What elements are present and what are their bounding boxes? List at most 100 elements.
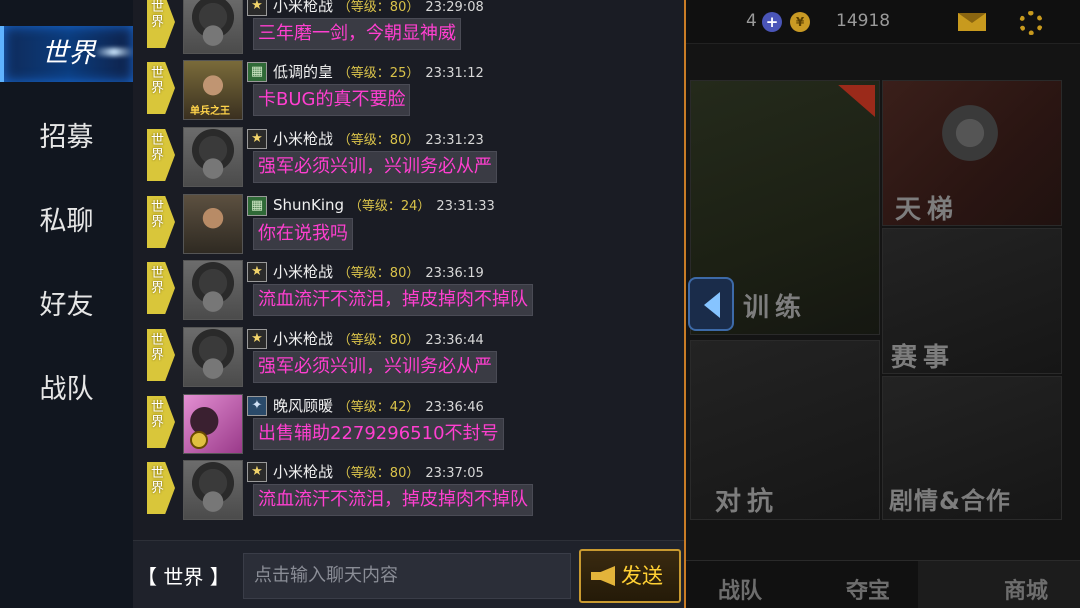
message-time: 23:31:33: [436, 199, 495, 214]
channel-tag: 世界: [147, 196, 175, 248]
username[interactable]: ShunKing: [273, 196, 344, 214]
channel-tab-recruit[interactable]: 招募: [0, 110, 133, 166]
message-text: 流血流汗不流泪，掉皮掉肉不掉队: [253, 484, 533, 516]
current-channel-label[interactable]: 【 世界 】: [137, 561, 230, 590]
rank-star-icon: ★: [247, 262, 267, 282]
message-row: 世界 ★ 小米枪战 （等级：80） 23:31:23 强军必须兴训，兴训务必从严: [133, 127, 684, 193]
chat-channel-nav: 世界 招募 私聊 好友 战队: [0, 0, 133, 608]
nav-team[interactable]: 战队: [718, 573, 762, 605]
message-text: 三年磨一剑，今朝显神威: [253, 18, 461, 50]
screen: 4 + ¥ 14918 训练 天梯 赛事 对抗 剧情&合作 战队 夺宝 商城 世…: [0, 0, 1080, 608]
avatar[interactable]: [183, 460, 243, 520]
channel-tag: 世界: [147, 262, 175, 314]
message-time: 23:36:19: [425, 266, 484, 281]
chat-panel: 世界 ★ 小米枪战 （等级：80） 23:29:08 三年磨一剑，今朝显神威 世界…: [133, 0, 686, 608]
tile-story-label: 剧情&合作: [889, 487, 1011, 515]
message-time: 23:31:23: [425, 133, 484, 148]
channel-tag: 世界: [147, 0, 175, 48]
username[interactable]: 小米枪战: [273, 263, 333, 281]
tile-story[interactable]: 剧情&合作: [882, 376, 1062, 520]
message-text: 出售辅助2279296510不封号: [253, 418, 504, 450]
avatar[interactable]: [183, 394, 243, 454]
chat-input-bar: 【 世界 】 点击输入聊天内容 发送: [133, 540, 684, 608]
message-row: 世界 ★ 小米枪战 （等级：80） 23:36:44 强军必须兴训，兴训务必从严: [133, 327, 684, 393]
send-button[interactable]: 发送: [579, 549, 681, 603]
tile-versus-label: 对抗: [715, 487, 780, 517]
username[interactable]: 小米枪战: [273, 330, 333, 348]
tile-match-label: 赛事: [891, 343, 956, 373]
user-line: ShunKing （等级：24） 23:31:33: [273, 195, 495, 214]
avatar-caption: 单兵之王: [190, 106, 230, 117]
coin-icon: ¥: [790, 12, 810, 32]
lobby-background: 4 + ¥ 14918 训练 天梯 赛事 对抗 剧情&合作 战队 夺宝 商城: [686, 0, 1080, 608]
message-text: 强军必须兴训，兴训务必从严: [253, 351, 497, 383]
add-currency-icon[interactable]: +: [762, 12, 782, 32]
gear-icon[interactable]: [1019, 11, 1043, 35]
user-level: （等级：80）: [337, 0, 420, 15]
rank-badge-icon: ▦: [247, 62, 267, 82]
message-text: 流血流汗不流泪，掉皮掉肉不掉队: [253, 284, 533, 316]
avatar[interactable]: 单兵之王: [183, 60, 243, 120]
channel-tab-world[interactable]: 世界: [0, 26, 133, 82]
user-level: （等级：80）: [337, 133, 420, 148]
tile-match[interactable]: 赛事: [882, 228, 1062, 374]
chat-input[interactable]: 点击输入聊天内容: [243, 553, 571, 599]
username[interactable]: 晚风顾暖: [273, 397, 333, 415]
rank-star-icon: ★: [247, 129, 267, 149]
username[interactable]: 小米枪战: [273, 0, 333, 15]
message-row: 世界 ★ 小米枪战 （等级：80） 23:29:08 三年磨一剑，今朝显神威: [133, 0, 684, 60]
nav-treasure[interactable]: 夺宝: [846, 573, 890, 605]
user-level: （等级：24）: [348, 199, 431, 214]
message-time: 23:31:12: [425, 66, 484, 81]
user-line: 低调的皇 （等级：25） 23:31:12: [273, 61, 484, 82]
ladder-emblem-icon: [935, 103, 1005, 163]
message-row: 世界 ★ 小米枪战 （等级：80） 23:36:19 流血流汗不流泪，掉皮掉肉不掉…: [133, 260, 684, 326]
user-line: 小米枪战 （等级：80） 23:36:44: [273, 328, 484, 349]
collapse-chat-button[interactable]: [688, 277, 734, 331]
user-level: （等级：25）: [337, 66, 420, 81]
username[interactable]: 小米枪战: [273, 130, 333, 148]
rank-star-icon: ★: [247, 329, 267, 349]
username[interactable]: 小米枪战: [273, 463, 333, 481]
channel-tab-team[interactable]: 战队: [0, 362, 133, 418]
message-row: 世界 ★ 小米枪战 （等级：80） 23:37:05 流血流汗不流泪，掉皮掉肉不掉…: [133, 460, 684, 526]
channel-tag: 世界: [147, 462, 175, 514]
message-time: 23:29:08: [425, 0, 484, 15]
ticket-count: 4: [746, 11, 757, 31]
avatar[interactable]: [183, 327, 243, 387]
user-level: （等级：80）: [337, 333, 420, 348]
mail-icon[interactable]: [958, 13, 986, 31]
tile-versus[interactable]: 对抗: [690, 340, 880, 520]
channel-tag: 世界: [147, 396, 175, 448]
hot-badge-icon: [838, 85, 875, 117]
rank-star-icon: ★: [247, 462, 267, 482]
avatar[interactable]: [183, 0, 243, 54]
rank-badge-icon: ▦: [247, 196, 267, 216]
username[interactable]: 低调的皇: [273, 63, 333, 81]
user-line: 小米枪战 （等级：80） 23:29:08: [273, 0, 484, 16]
channel-tag: 世界: [147, 129, 175, 181]
send-label: 发送: [621, 564, 663, 588]
message-list[interactable]: 世界 ★ 小米枪战 （等级：80） 23:29:08 三年磨一剑，今朝显神威 世界…: [133, 0, 684, 540]
message-text: 强军必须兴训，兴训务必从严: [253, 151, 497, 183]
avatar[interactable]: [183, 194, 243, 254]
lobby-topbar: 4 + ¥ 14918: [686, 0, 1080, 44]
message-text: 你在说我吗: [253, 218, 353, 250]
message-time: 23:36:44: [425, 333, 484, 348]
user-line: 晚风顾暖 （等级：42） 23:36:46: [273, 395, 484, 416]
coin-count: 14918: [836, 11, 891, 31]
store-button[interactable]: 商城: [918, 561, 1080, 608]
rank-star-icon: ★: [247, 0, 267, 16]
tile-ladder[interactable]: 天梯: [882, 80, 1062, 226]
channel-tab-private[interactable]: 私聊: [0, 194, 133, 250]
user-line: 小米枪战 （等级：80） 23:31:23: [273, 128, 484, 149]
channel-tab-friends[interactable]: 好友: [0, 278, 133, 334]
avatar[interactable]: [183, 127, 243, 187]
user-line: 小米枪战 （等级：80） 23:37:05: [273, 461, 484, 482]
tile-ladder-label: 天梯: [895, 195, 960, 225]
user-level: （等级：42）: [337, 400, 420, 415]
message-row: 世界 ✦ 晚风顾暖 （等级：42） 23:36:46 出售辅助2279296510…: [133, 394, 684, 460]
avatar[interactable]: [183, 260, 243, 320]
user-level: （等级：80）: [337, 266, 420, 281]
channel-tag: 世界: [147, 329, 175, 381]
